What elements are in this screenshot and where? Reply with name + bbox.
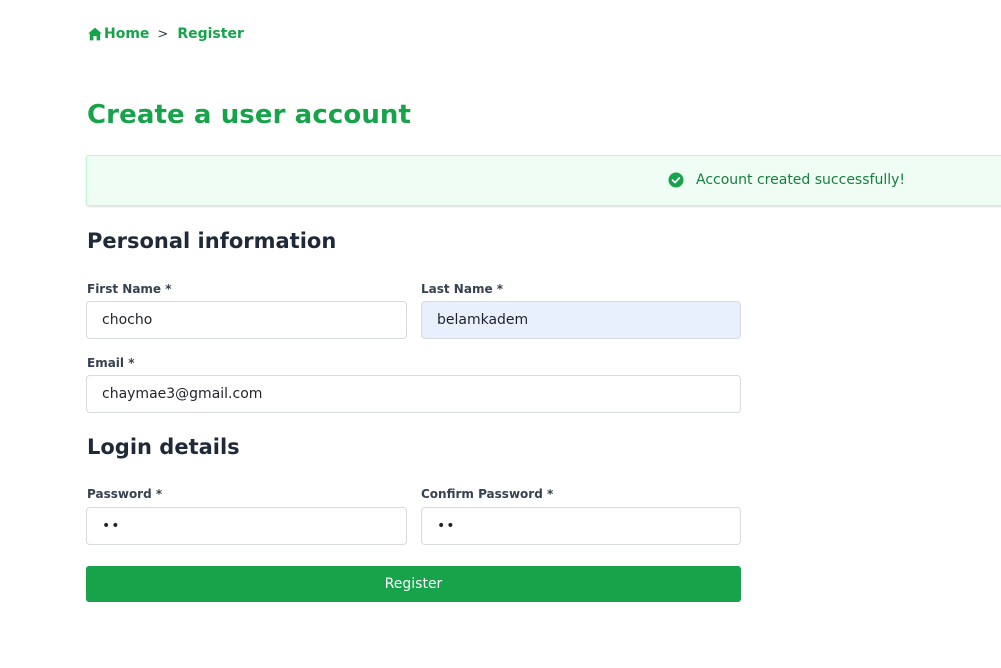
login-details-heading: Login details xyxy=(87,435,240,459)
last-name-label: Last Name * xyxy=(421,282,504,296)
success-alert: Account created successfully! xyxy=(86,155,1001,206)
breadcrumb-register-link[interactable]: Register xyxy=(177,26,244,42)
page-title: Create a user account xyxy=(87,100,412,130)
breadcrumb: Home > Register xyxy=(87,26,244,42)
confirm-password-input[interactable] xyxy=(421,507,741,545)
register-page: Home > Register Create a user account Ac… xyxy=(0,0,1001,668)
confirm-password-label: Confirm Password * xyxy=(421,487,554,501)
register-button[interactable]: Register xyxy=(86,566,741,602)
personal-information-heading: Personal information xyxy=(87,229,337,253)
first-name-label: First Name * xyxy=(87,282,172,296)
alert-message: Account created successfully! xyxy=(696,172,905,188)
breadcrumb-home-label: Home xyxy=(104,26,150,42)
email-label: Email * xyxy=(87,356,135,370)
email-input[interactable] xyxy=(86,375,741,413)
first-name-input[interactable] xyxy=(86,301,407,339)
home-icon xyxy=(88,27,102,41)
password-label: Password * xyxy=(87,487,163,501)
password-input[interactable] xyxy=(86,507,407,545)
breadcrumb-home-link[interactable]: Home xyxy=(87,26,149,42)
check-circle-icon xyxy=(668,172,684,188)
breadcrumb-separator: > xyxy=(157,26,169,42)
last-name-input[interactable] xyxy=(421,301,741,339)
